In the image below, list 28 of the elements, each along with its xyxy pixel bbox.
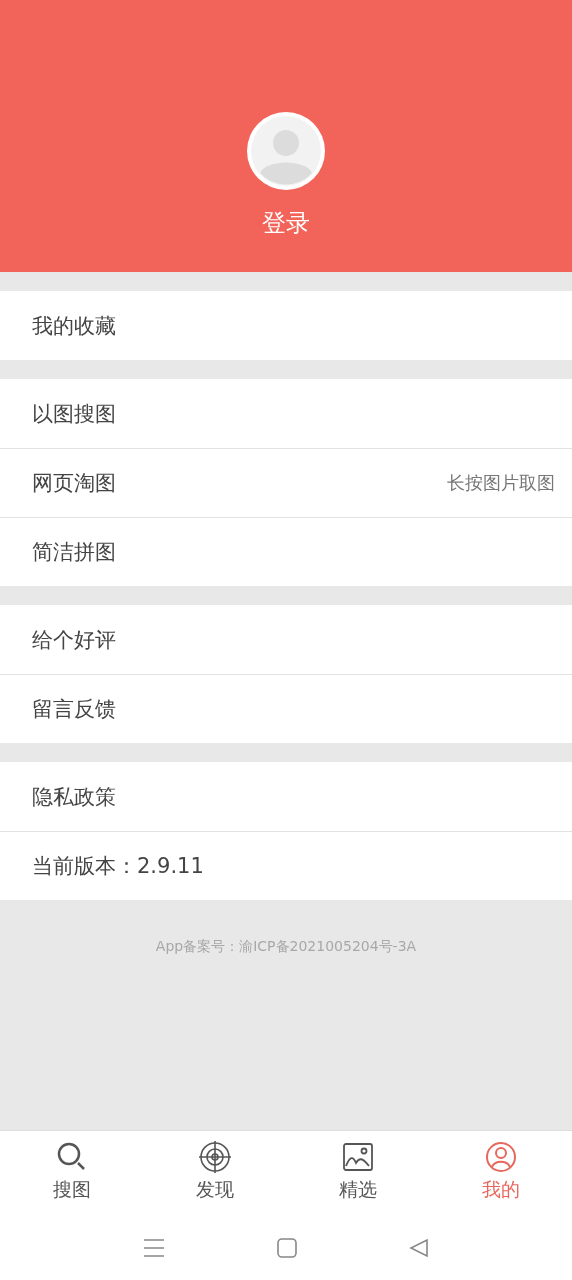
menu-hint: 长按图片取图 <box>447 471 555 495</box>
menu-item[interactable]: 我的收藏 <box>0 291 572 360</box>
menu-item[interactable]: 留言反馈 <box>0 674 572 743</box>
menu-label: 给个好评 <box>32 626 116 654</box>
image-icon <box>341 1141 374 1173</box>
tab[interactable]: 搜图 <box>0 1131 143 1215</box>
menu-item[interactable]: 隐私政策 <box>0 762 572 831</box>
menu-label: 隐私政策 <box>32 783 116 811</box>
menu-label: 留言反馈 <box>32 696 116 723</box>
menu-item[interactable]: 以图搜图 <box>0 379 572 448</box>
menu-item[interactable]: 给个好评 <box>0 605 572 674</box>
menu-item[interactable]: 网页淘图 长按图片取图 <box>0 448 572 517</box>
menu-label: 以图搜图 <box>32 400 116 428</box>
menu-label: 简洁拼图 <box>32 539 116 566</box>
menu-item[interactable]: 当前版本：2.9.11 <box>0 831 572 900</box>
back-icon[interactable] <box>409 1237 429 1258</box>
home-icon[interactable] <box>277 1237 297 1258</box>
avatar-icon[interactable] <box>246 111 326 191</box>
menu-label: 网页淘图 <box>32 470 116 497</box>
tab[interactable]: 发现 <box>143 1131 286 1215</box>
menu-item[interactable]: 简洁拼图 <box>0 517 572 586</box>
footer-note: App备案号：渝ICP备2021005204号-3A <box>154 938 418 956</box>
menu-label: 当前版本：2.9.11 <box>32 853 204 880</box>
tab[interactable]: 精选 <box>286 1131 429 1215</box>
menu-icon[interactable] <box>143 1237 165 1258</box>
target-icon <box>198 1141 231 1173</box>
menu-label: 我的收藏 <box>32 312 116 340</box>
user-icon <box>484 1141 517 1173</box>
